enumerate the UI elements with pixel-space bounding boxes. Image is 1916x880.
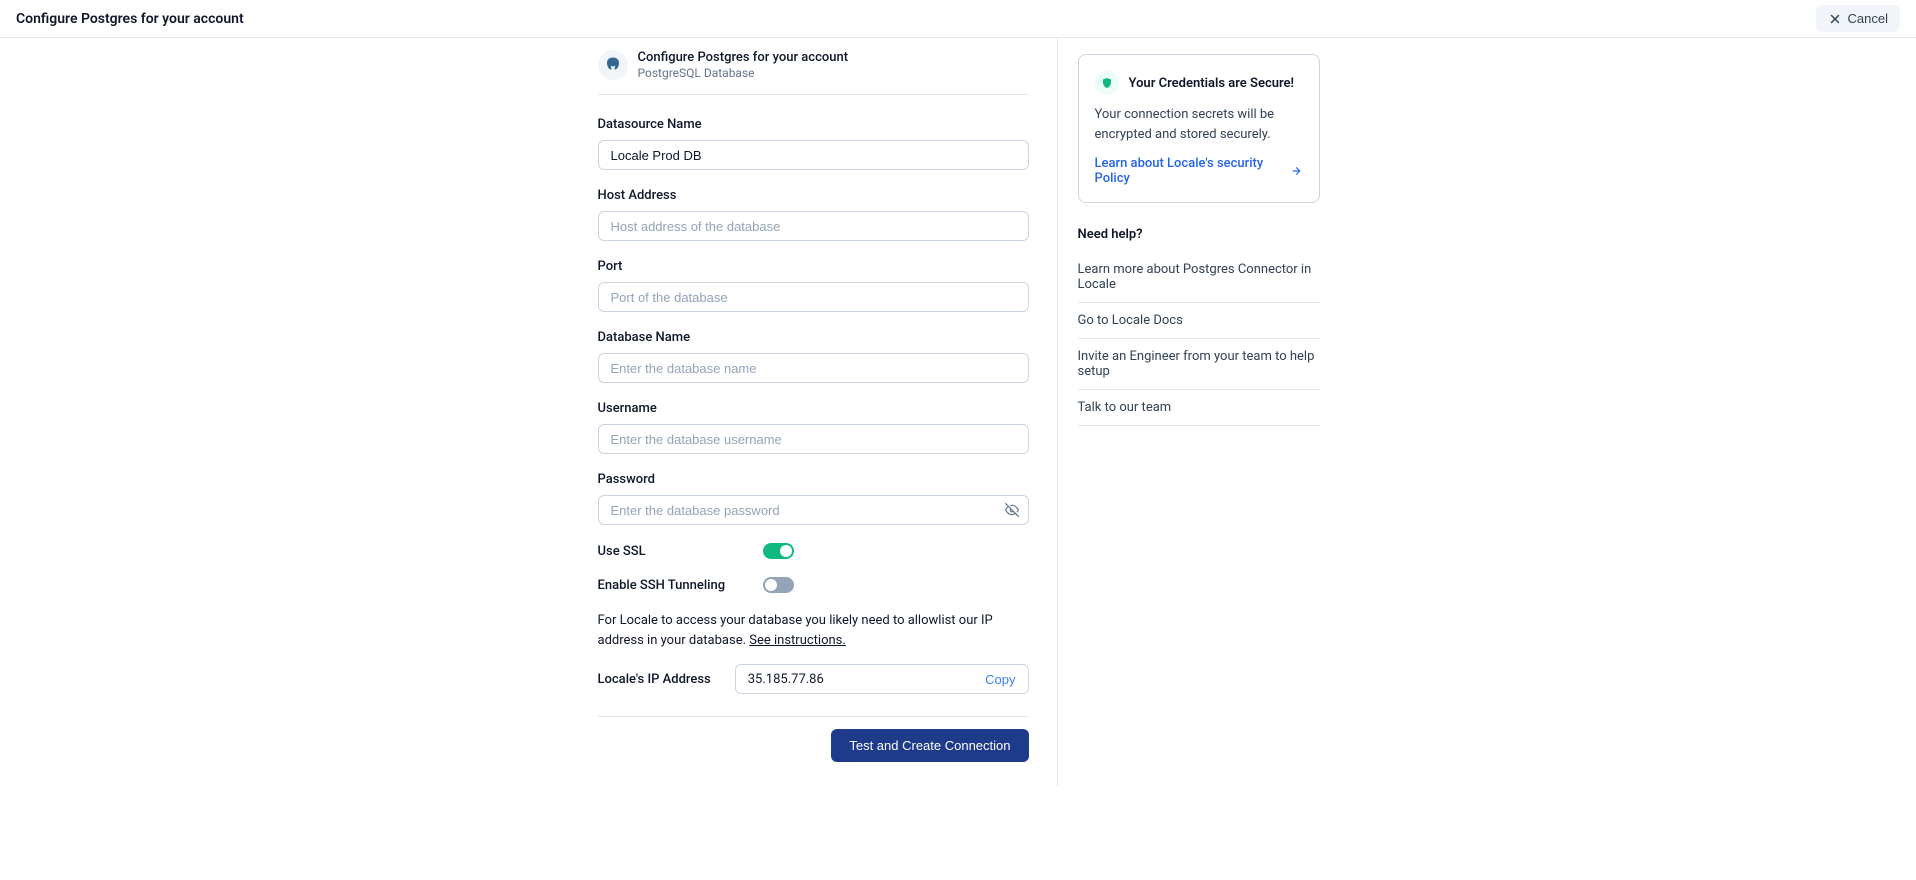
enable-ssh-label: Enable SSH Tunneling [598, 578, 726, 593]
secure-credentials-card: Your Credentials are Secure! Your connec… [1078, 54, 1320, 203]
help-item-locale-docs[interactable]: Go to Locale Docs [1078, 303, 1320, 339]
cancel-button-label: Cancel [1848, 11, 1888, 26]
enable-ssh-toggle[interactable] [763, 577, 794, 593]
port-input[interactable] [598, 282, 1029, 312]
form-header-subtitle: PostgreSQL Database [638, 66, 849, 80]
security-policy-link-label: Learn about Locale's security Policy [1095, 156, 1286, 186]
test-create-connection-button[interactable]: Test and Create Connection [831, 729, 1028, 762]
username-label: Username [598, 401, 1029, 416]
help-item-invite-engineer[interactable]: Invite an Engineer from your team to hel… [1078, 339, 1320, 390]
allowlist-info: For Locale to access your database you l… [598, 611, 1029, 650]
datasource-name-label: Datasource Name [598, 117, 1029, 132]
use-ssl-toggle[interactable] [763, 543, 794, 559]
datasource-name-input[interactable] [598, 140, 1029, 170]
page-header: Configure Postgres for your account Canc… [0, 0, 1916, 38]
cancel-button[interactable]: Cancel [1816, 5, 1900, 32]
shield-icon [1095, 71, 1119, 95]
database-name-label: Database Name [598, 330, 1029, 345]
security-policy-link[interactable]: Learn about Locale's security Policy [1095, 156, 1303, 186]
password-input[interactable] [598, 495, 1029, 525]
ip-address-box: 35.185.77.86 Copy [735, 664, 1029, 694]
help-item-postgres-connector[interactable]: Learn more about Postgres Connector in L… [1078, 252, 1320, 303]
form-header: Configure Postgres for your account Post… [598, 38, 1029, 95]
arrow-right-icon [1291, 165, 1302, 177]
password-label: Password [598, 472, 1029, 487]
close-icon [1828, 12, 1842, 26]
port-label: Port [598, 259, 1029, 274]
secure-description: Your connection secrets will be encrypte… [1095, 105, 1303, 144]
username-input[interactable] [598, 424, 1029, 454]
eye-off-icon [1005, 503, 1019, 517]
page-title: Configure Postgres for your account [16, 11, 244, 27]
see-instructions-link[interactable]: See instructions. [749, 633, 846, 648]
use-ssl-label: Use SSL [598, 544, 646, 559]
password-visibility-toggle[interactable] [1005, 503, 1019, 517]
database-name-input[interactable] [598, 353, 1029, 383]
postgres-icon [598, 50, 628, 80]
ip-address-label: Locale's IP Address [598, 672, 711, 687]
help-list: Learn more about Postgres Connector in L… [1078, 252, 1320, 426]
help-item-talk-to-team[interactable]: Talk to our team [1078, 390, 1320, 426]
copy-button[interactable]: Copy [985, 672, 1015, 687]
ip-address-value: 35.185.77.86 [748, 672, 824, 687]
form-column: Configure Postgres for your account Post… [598, 38, 1058, 786]
need-help-title: Need help? [1078, 227, 1320, 242]
side-column: Your Credentials are Secure! Your connec… [1058, 38, 1320, 786]
host-address-input[interactable] [598, 211, 1029, 241]
host-address-label: Host Address [598, 188, 1029, 203]
form-header-title: Configure Postgres for your account [638, 50, 849, 65]
secure-title: Your Credentials are Secure! [1129, 76, 1295, 91]
